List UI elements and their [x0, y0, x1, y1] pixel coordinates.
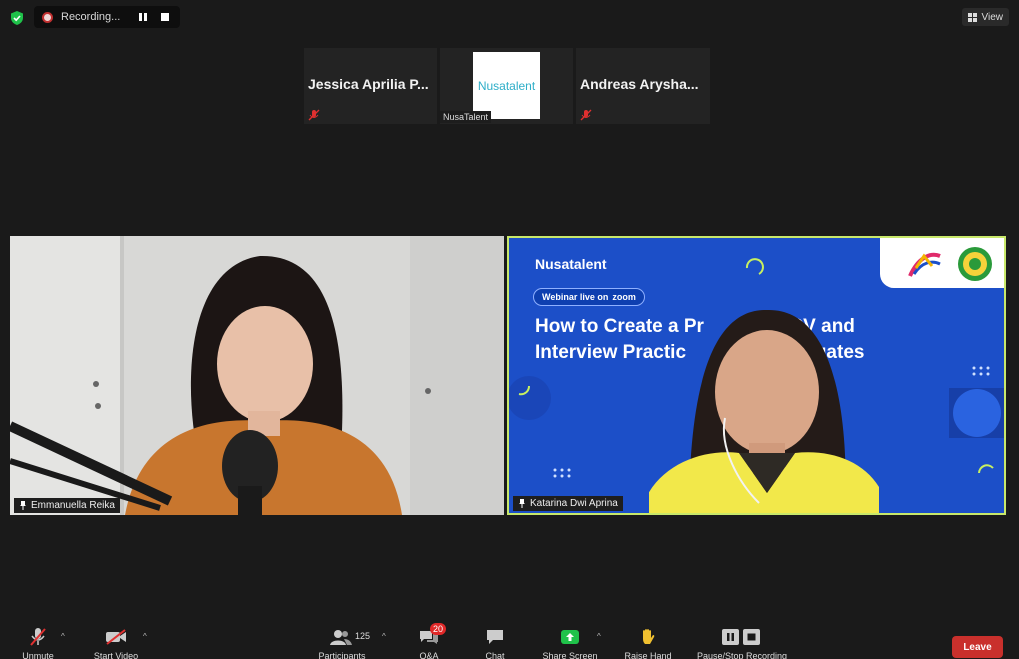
unmute-label: Unmute — [22, 651, 54, 659]
participants-button[interactable]: 125 Participants — [312, 627, 372, 659]
zoom-meeting-window: Recording... View Jessica Aprilia P... N… — [0, 0, 1019, 659]
view-label: View — [981, 11, 1004, 23]
participant-count: 125 — [355, 631, 371, 641]
raise-hand-icon — [643, 629, 655, 644]
participants-options-caret[interactable]: ^ — [382, 632, 386, 641]
pause-stop-recording-icon — [722, 629, 760, 645]
audio-options-caret[interactable]: ^ — [61, 632, 65, 641]
zoom-logo-text: zoom — [612, 292, 636, 302]
gallery-tile-jessica[interactable]: Jessica Aprilia P... — [304, 48, 437, 124]
muted-mic-icon — [30, 628, 46, 646]
meeting-toolbar: Unmute ^ Start Video ^ 125 Participants … — [0, 623, 1019, 659]
security-shield-icon[interactable] — [9, 10, 25, 26]
raise-hand-button[interactable]: Raise Hand — [620, 627, 676, 659]
view-button[interactable]: View — [961, 8, 1009, 26]
share-screen-label: Share Screen — [542, 651, 598, 659]
qa-badge: 20 — [430, 623, 447, 635]
logo-text: Nusatalent — [477, 78, 536, 93]
raise-hand-label: Raise Hand — [624, 651, 672, 659]
muted-mic-icon — [308, 109, 320, 121]
qa-button[interactable]: 20 Q&A — [414, 623, 447, 659]
pause-stop-recording-button[interactable]: Pause/Stop Recording — [688, 627, 796, 659]
stop-recording-button[interactable] — [158, 10, 172, 24]
participant-name: Jessica Aprilia P... — [308, 76, 429, 92]
start-video-label: Start Video — [93, 651, 139, 659]
pin-icon — [20, 501, 26, 510]
stop-icon — [161, 13, 169, 21]
participant-name: Andreas Arysha... — [580, 76, 699, 92]
partner-logos-image — [908, 247, 992, 281]
pause-icon — [139, 13, 147, 21]
recording-control-label: Pause/Stop Recording — [696, 651, 788, 659]
participant-name: Emmanuella Reika — [31, 500, 115, 511]
participant-name: Katarina Dwi Aprina — [530, 498, 618, 509]
gallery-tile-nusatalent[interactable]: Nusatalent NusaTalent — [440, 48, 573, 124]
chat-icon — [487, 630, 503, 644]
muted-mic-icon — [580, 109, 592, 121]
participants-icon — [330, 630, 352, 645]
participant-video-image — [10, 236, 504, 515]
share-screen-button[interactable]: Share Screen — [538, 627, 602, 659]
recording-label: Recording... — [61, 11, 121, 23]
pin-icon — [519, 499, 525, 508]
video-tile-emmanuella[interactable]: Emmanuella Reika — [10, 236, 504, 515]
qa-label: Q&A — [419, 651, 439, 659]
recording-dot-icon — [42, 11, 53, 23]
participant-name: NusaTalent — [440, 111, 492, 123]
participants-label: Participants — [318, 651, 366, 659]
leave-button[interactable]: Leave — [952, 636, 1003, 658]
start-video-button[interactable]: Start Video — [88, 627, 144, 659]
chat-button[interactable]: Chat — [480, 627, 510, 659]
share-options-caret[interactable]: ^ — [597, 632, 601, 641]
unmute-button[interactable]: Unmute — [18, 627, 58, 659]
nusatalent-logo: Nusatalent — [473, 52, 540, 119]
chat-label: Chat — [485, 651, 505, 659]
grid-view-icon — [967, 12, 977, 22]
participant-name-tag: Katarina Dwi Aprina — [513, 496, 623, 511]
slide-brand: Nusatalent — [535, 256, 607, 272]
share-screen-icon — [561, 630, 579, 644]
gallery-tile-andreas[interactable]: Andreas Arysha... — [576, 48, 710, 124]
presenter-video-image — [649, 309, 879, 513]
recording-indicator: Recording... — [34, 6, 180, 28]
slide-badge: Webinar live on zoom — [533, 288, 645, 306]
video-off-icon — [106, 629, 126, 645]
pause-recording-button[interactable] — [136, 10, 150, 24]
slide-badge-text: Webinar live on — [542, 292, 609, 302]
video-tile-katarina[interactable]: Nusatalent Webinar live on zoom How to C… — [507, 236, 1006, 515]
video-options-caret[interactable]: ^ — [143, 632, 147, 641]
partner-logos — [880, 238, 1004, 288]
participant-name-tag: Emmanuella Reika — [14, 498, 120, 513]
